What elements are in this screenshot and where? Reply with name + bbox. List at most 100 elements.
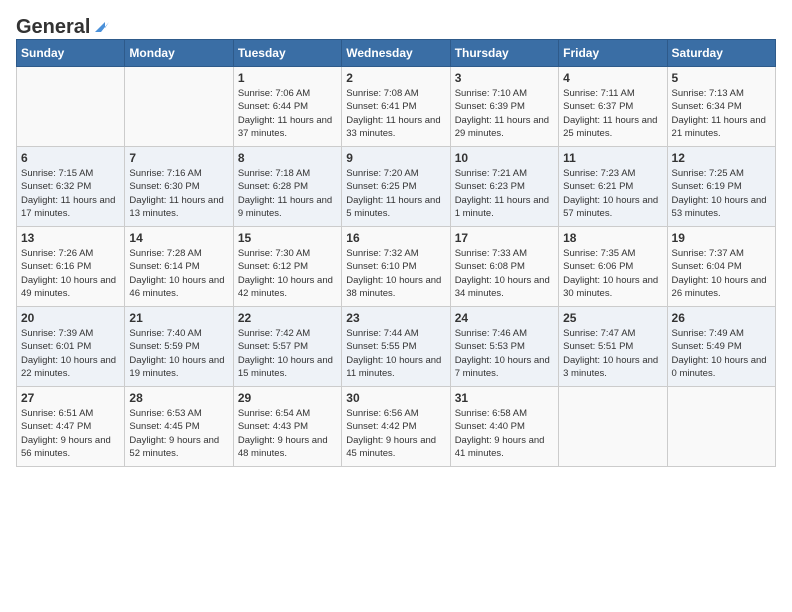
day-detail: Sunrise: 7:08 AM Sunset: 6:41 PM Dayligh… <box>346 88 440 139</box>
logo-bird-icon <box>91 18 109 36</box>
day-detail: Sunrise: 7:11 AM Sunset: 6:37 PM Dayligh… <box>563 88 657 139</box>
calendar-cell: 14 Sunrise: 7:28 AM Sunset: 6:14 PM Dayli… <box>125 227 233 307</box>
calendar-week-row: 1 Sunrise: 7:06 AM Sunset: 6:44 PM Daylig… <box>17 67 776 147</box>
day-number: 15 <box>238 231 337 245</box>
calendar-week-row: 20Sunrise: 7:39 AM Sunset: 6:01 PM Dayli… <box>17 307 776 387</box>
day-number: 22 <box>238 311 337 325</box>
day-number: 24 <box>455 311 554 325</box>
day-number: 7 <box>129 151 228 165</box>
day-number: 16 <box>346 231 445 245</box>
day-number: 6 <box>21 151 120 165</box>
calendar-cell: 25 Sunrise: 7:47 AM Sunset: 5:51 PM Dayli… <box>559 307 667 387</box>
calendar-cell: 9 Sunrise: 7:20 AM Sunset: 6:25 PM Daylig… <box>342 147 450 227</box>
day-detail: Sunrise: 7:44 AM Sunset: 5:55 PM Dayligh… <box>346 328 441 379</box>
day-header-sunday: Sunday <box>17 40 125 67</box>
day-number: 21 <box>129 311 228 325</box>
day-number: 30 <box>346 391 445 405</box>
calendar-cell: 26Sunrise: 7:49 AM Sunset: 5:49 PM Dayli… <box>667 307 775 387</box>
calendar-cell: 21 Sunrise: 7:40 AM Sunset: 5:59 PM Dayli… <box>125 307 233 387</box>
day-number: 13 <box>21 231 120 245</box>
day-detail: Sunrise: 7:10 AM Sunset: 6:39 PM Dayligh… <box>455 88 549 139</box>
day-number: 5 <box>672 71 771 85</box>
day-number: 18 <box>563 231 662 245</box>
day-number: 8 <box>238 151 337 165</box>
day-detail: Sunrise: 7:06 AM Sunset: 6:44 PM Dayligh… <box>238 88 332 139</box>
calendar-cell: 10 Sunrise: 7:21 AM Sunset: 6:23 PM Dayli… <box>450 147 558 227</box>
day-number: 25 <box>563 311 662 325</box>
calendar-cell: 18Sunrise: 7:35 AM Sunset: 6:06 PM Dayli… <box>559 227 667 307</box>
day-detail: Sunrise: 6:51 AM Sunset: 4:47 PM Dayligh… <box>21 408 111 459</box>
day-detail: Sunrise: 7:47 AM Sunset: 5:51 PM Dayligh… <box>563 328 658 379</box>
day-detail: Sunrise: 7:28 AM Sunset: 6:14 PM Dayligh… <box>129 248 224 299</box>
calendar-cell: 1 Sunrise: 7:06 AM Sunset: 6:44 PM Daylig… <box>233 67 341 147</box>
calendar-cell: 11 Sunrise: 7:23 AM Sunset: 6:21 PM Dayli… <box>559 147 667 227</box>
calendar-cell: 4 Sunrise: 7:11 AM Sunset: 6:37 PM Daylig… <box>559 67 667 147</box>
day-detail: Sunrise: 7:18 AM Sunset: 6:28 PM Dayligh… <box>238 168 332 219</box>
day-detail: Sunrise: 7:23 AM Sunset: 6:21 PM Dayligh… <box>563 168 658 219</box>
calendar-cell: 3 Sunrise: 7:10 AM Sunset: 6:39 PM Daylig… <box>450 67 558 147</box>
day-detail: Sunrise: 6:54 AM Sunset: 4:43 PM Dayligh… <box>238 408 328 459</box>
day-number: 3 <box>455 71 554 85</box>
calendar-cell: 27 Sunrise: 6:51 AM Sunset: 4:47 PM Dayli… <box>17 387 125 467</box>
day-detail: Sunrise: 6:58 AM Sunset: 4:40 PM Dayligh… <box>455 408 545 459</box>
logo-general: General <box>16 16 90 39</box>
day-number: 27 <box>21 391 120 405</box>
calendar-cell: 24Sunrise: 7:46 AM Sunset: 5:53 PM Dayli… <box>450 307 558 387</box>
day-number: 14 <box>129 231 228 245</box>
day-detail: Sunrise: 7:20 AM Sunset: 6:25 PM Dayligh… <box>346 168 440 219</box>
calendar-cell: 17Sunrise: 7:33 AM Sunset: 6:08 PM Dayli… <box>450 227 558 307</box>
day-detail: Sunrise: 7:39 AM Sunset: 6:01 PM Dayligh… <box>21 328 116 379</box>
day-detail: Sunrise: 7:16 AM Sunset: 6:30 PM Dayligh… <box>129 168 223 219</box>
day-detail: Sunrise: 7:30 AM Sunset: 6:12 PM Dayligh… <box>238 248 333 299</box>
day-detail: Sunrise: 6:53 AM Sunset: 4:45 PM Dayligh… <box>129 408 219 459</box>
day-number: 4 <box>563 71 662 85</box>
day-header-wednesday: Wednesday <box>342 40 450 67</box>
calendar-cell: 22 Sunrise: 7:42 AM Sunset: 5:57 PM Dayli… <box>233 307 341 387</box>
calendar-cell <box>559 387 667 467</box>
day-header-friday: Friday <box>559 40 667 67</box>
day-detail: Sunrise: 7:32 AM Sunset: 6:10 PM Dayligh… <box>346 248 441 299</box>
day-number: 31 <box>455 391 554 405</box>
day-detail: Sunrise: 6:56 AM Sunset: 4:42 PM Dayligh… <box>346 408 436 459</box>
day-number: 9 <box>346 151 445 165</box>
calendar-cell: 2 Sunrise: 7:08 AM Sunset: 6:41 PM Daylig… <box>342 67 450 147</box>
day-detail: Sunrise: 7:15 AM Sunset: 6:32 PM Dayligh… <box>21 168 115 219</box>
calendar-cell <box>125 67 233 147</box>
day-number: 1 <box>238 71 337 85</box>
day-number: 12 <box>672 151 771 165</box>
calendar-cell: 31 Sunrise: 6:58 AM Sunset: 4:40 PM Dayli… <box>450 387 558 467</box>
calendar-body: 1 Sunrise: 7:06 AM Sunset: 6:44 PM Daylig… <box>17 67 776 467</box>
day-number: 11 <box>563 151 662 165</box>
day-number: 17 <box>455 231 554 245</box>
day-detail: Sunrise: 7:13 AM Sunset: 6:34 PM Dayligh… <box>672 88 766 139</box>
calendar-cell: 8 Sunrise: 7:18 AM Sunset: 6:28 PM Daylig… <box>233 147 341 227</box>
day-detail: Sunrise: 7:40 AM Sunset: 5:59 PM Dayligh… <box>129 328 224 379</box>
calendar-cell: 30 Sunrise: 6:56 AM Sunset: 4:42 PM Dayli… <box>342 387 450 467</box>
day-detail: Sunrise: 7:21 AM Sunset: 6:23 PM Dayligh… <box>455 168 549 219</box>
calendar-cell: 7 Sunrise: 7:16 AM Sunset: 6:30 PM Daylig… <box>125 147 233 227</box>
calendar-cell: 5 Sunrise: 7:13 AM Sunset: 6:34 PM Daylig… <box>667 67 775 147</box>
calendar-header-row: SundayMondayTuesdayWednesdayThursdayFrid… <box>17 40 776 67</box>
calendar-cell: 16 Sunrise: 7:32 AM Sunset: 6:10 PM Dayli… <box>342 227 450 307</box>
day-number: 10 <box>455 151 554 165</box>
day-detail: Sunrise: 7:25 AM Sunset: 6:19 PM Dayligh… <box>672 168 767 219</box>
day-number: 2 <box>346 71 445 85</box>
calendar-week-row: 27 Sunrise: 6:51 AM Sunset: 4:47 PM Dayli… <box>17 387 776 467</box>
calendar-cell <box>667 387 775 467</box>
calendar-cell: 28 Sunrise: 6:53 AM Sunset: 4:45 PM Dayli… <box>125 387 233 467</box>
day-header-saturday: Saturday <box>667 40 775 67</box>
calendar-cell: 6 Sunrise: 7:15 AM Sunset: 6:32 PM Daylig… <box>17 147 125 227</box>
day-number: 19 <box>672 231 771 245</box>
calendar-cell: 23Sunrise: 7:44 AM Sunset: 5:55 PM Dayli… <box>342 307 450 387</box>
day-detail: Sunrise: 7:42 AM Sunset: 5:57 PM Dayligh… <box>238 328 333 379</box>
calendar-cell <box>17 67 125 147</box>
calendar-cell: 20Sunrise: 7:39 AM Sunset: 6:01 PM Dayli… <box>17 307 125 387</box>
day-header-thursday: Thursday <box>450 40 558 67</box>
page-header: General <box>16 16 776 35</box>
calendar-week-row: 6 Sunrise: 7:15 AM Sunset: 6:32 PM Daylig… <box>17 147 776 227</box>
calendar-week-row: 13Sunrise: 7:26 AM Sunset: 6:16 PM Dayli… <box>17 227 776 307</box>
day-number: 29 <box>238 391 337 405</box>
day-header-tuesday: Tuesday <box>233 40 341 67</box>
day-detail: Sunrise: 7:49 AM Sunset: 5:49 PM Dayligh… <box>672 328 767 379</box>
day-number: 28 <box>129 391 228 405</box>
